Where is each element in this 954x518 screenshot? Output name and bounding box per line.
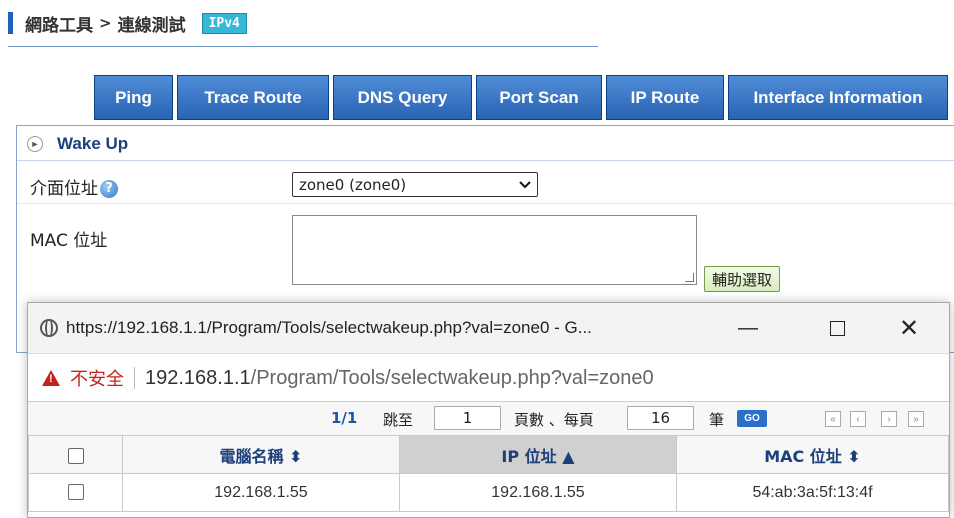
tab-ip-route[interactable]: IP Route (606, 75, 724, 120)
col-computer-name[interactable]: 電腦名稱 ⬍ (122, 435, 400, 474)
select-all-cell (28, 435, 123, 474)
site-globe-icon (40, 319, 58, 337)
breadcrumb-separator: > (99, 14, 112, 32)
warning-icon: ! (42, 370, 60, 386)
address-url[interactable]: 192.168.1.1/Program/Tools/selectwakeup.p… (145, 367, 654, 390)
collapse-arrow-icon[interactable]: ► (27, 136, 43, 152)
ipv4-badge: IPv4 (201, 12, 247, 34)
address-separator (134, 367, 135, 389)
cell-ip-address: 192.168.1.55 (399, 473, 677, 512)
tab-trace-route[interactable]: Trace Route (177, 75, 329, 120)
insecure-label[interactable]: 不安全 (70, 365, 124, 391)
breadcrumb-accent-bar (8, 12, 13, 34)
minimize-icon[interactable]: — (733, 315, 763, 341)
row-divider (17, 203, 954, 204)
interface-label-row: 介面位址? (30, 174, 118, 199)
chevron-down-icon (519, 180, 531, 188)
table-header-row: 電腦名稱 ⬍ IP 位址 ▲ MAC 位址 ⬍ (28, 435, 949, 474)
mac-address-field[interactable] (292, 215, 697, 285)
section-header[interactable]: ► Wake Up (27, 134, 128, 154)
popup-titlebar[interactable]: https://192.168.1.1/Program/Tools/select… (28, 303, 949, 353)
tab-port-scan[interactable]: Port Scan (476, 75, 602, 120)
cell-computer-name: 192.168.1.55 (122, 473, 400, 512)
breadcrumb: 網路工具 > 連線測試 IPv4 (8, 10, 247, 36)
close-icon[interactable]: ✕ (894, 315, 924, 342)
tab-dns-query[interactable]: DNS Query (333, 75, 472, 120)
section-title: Wake Up (57, 134, 129, 153)
next-page-icon[interactable]: › (881, 411, 897, 427)
cell-mac-address: 54:ab:3a:5f:13:4f (676, 473, 949, 512)
row-checkbox[interactable] (67, 484, 84, 501)
help-icon[interactable]: ? (100, 180, 118, 198)
popup-window: https://192.168.1.1/Program/Tools/select… (27, 302, 950, 518)
col-ip-address[interactable]: IP 位址 ▲ (399, 435, 677, 474)
tool-tabs: Ping Trace Route DNS Query Port Scan IP … (94, 75, 948, 120)
go-button[interactable]: GO (737, 410, 767, 427)
resize-grip-icon[interactable] (685, 273, 694, 282)
table-row[interactable]: 192.168.1.55 192.168.1.55 54:ab:3a:5f:13… (28, 473, 949, 512)
breadcrumb-connection-test: 連線測試 (117, 15, 186, 36)
row-checkbox-cell (28, 473, 123, 512)
unit-label: 筆 (709, 411, 725, 429)
popup-title: https://192.168.1.1/Program/Tools/select… (66, 318, 592, 337)
jump-page-input[interactable]: 1 (434, 406, 501, 430)
interface-select[interactable]: zone0 (zone0) (292, 172, 538, 197)
url-host: 192.168.1.1 (145, 366, 251, 389)
maximize-icon[interactable] (822, 315, 852, 341)
device-table: 電腦名稱 ⬍ IP 位址 ▲ MAC 位址 ⬍ 192.168.1.55 192… (28, 435, 949, 512)
mac-label: MAC 位址 (30, 231, 108, 251)
jump-label: 跳至 (383, 411, 414, 429)
per-page-label: 頁數 、每頁 (514, 411, 594, 429)
per-page-input[interactable]: 16 (627, 406, 694, 430)
assist-select-button[interactable]: 輔助選取 (704, 266, 781, 292)
prev-page-icon[interactable]: ‹ (850, 411, 866, 427)
tab-ping[interactable]: Ping (94, 75, 173, 120)
col-mac-address[interactable]: MAC 位址 ⬍ (676, 435, 949, 474)
header-divider (8, 46, 598, 47)
interface-label: 介面位址 (30, 179, 98, 199)
page-info: 1/1 (331, 409, 358, 427)
last-page-icon[interactable]: » (908, 411, 924, 427)
tab-interface-information[interactable]: Interface Information (728, 75, 948, 120)
interface-select-value: zone0 (zone0) (299, 175, 407, 194)
breadcrumb-network-tools[interactable]: 網路工具 (25, 11, 93, 36)
section-divider (17, 160, 954, 161)
address-bar[interactable]: ! 不安全 192.168.1.1/Program/Tools/selectwa… (28, 353, 949, 402)
url-path: /Program/Tools/selectwakeup.php?val=zone… (250, 366, 654, 389)
pager-bar: 1/1 跳至 1 頁數 、每頁 16 筆 GO « ‹ › » (28, 401, 949, 436)
first-page-icon[interactable]: « (825, 411, 841, 427)
select-all-checkbox[interactable] (67, 447, 84, 464)
